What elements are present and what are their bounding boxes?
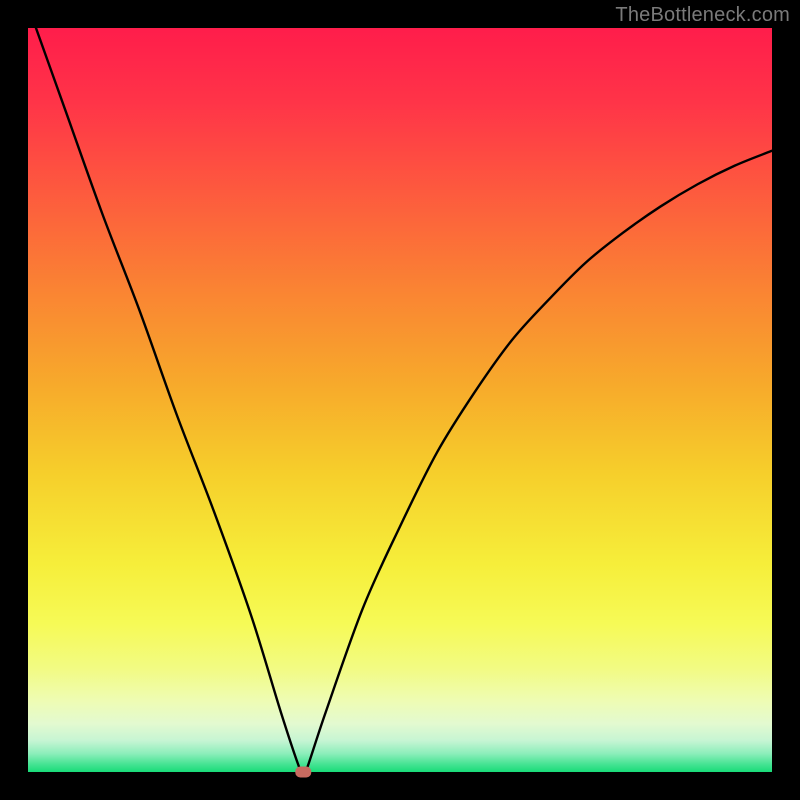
plot-background	[28, 28, 772, 772]
bottleneck-chart	[0, 0, 800, 800]
optimal-marker	[295, 767, 311, 778]
watermark-label: TheBottleneck.com	[615, 4, 790, 27]
chart-frame: TheBottleneck.com	[0, 0, 800, 800]
